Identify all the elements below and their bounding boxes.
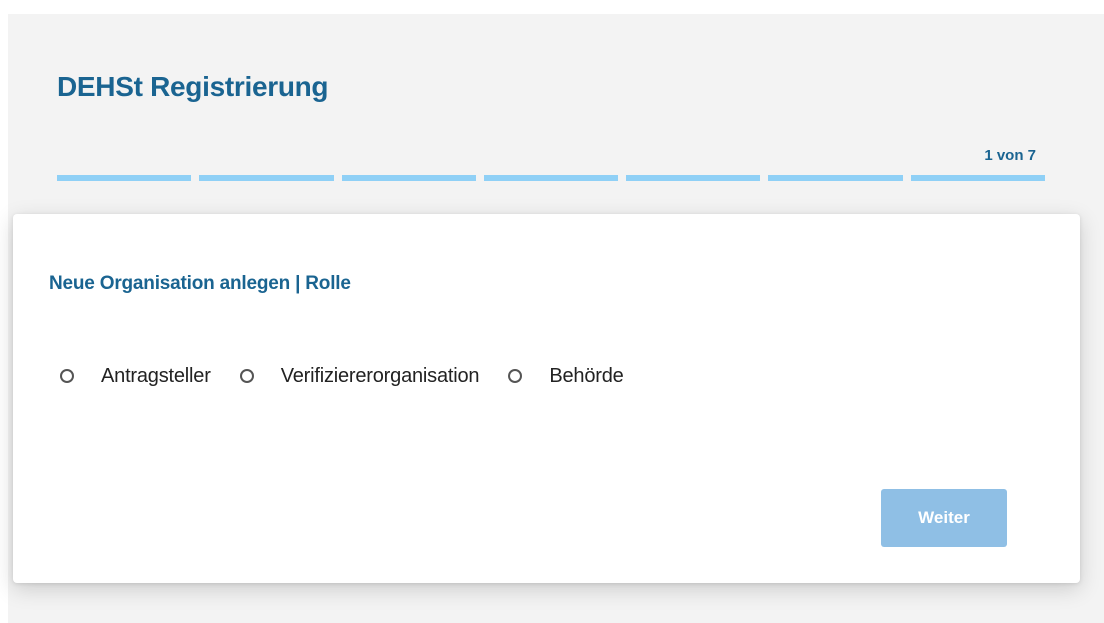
progress-segment-6	[768, 175, 903, 181]
progress-segment-3	[341, 175, 476, 181]
next-button[interactable]: Weiter	[881, 489, 1007, 547]
radio-label-antragsteller[interactable]: Antragsteller	[101, 365, 211, 388]
radio-button-antragsteller[interactable]	[60, 369, 74, 383]
radio-label-verifiziererorganisation[interactable]: Verifiziererorganisation	[281, 365, 480, 388]
section-title: Neue Organisation anlegen | Rolle	[49, 273, 351, 294]
radio-button-verifiziererorganisation[interactable]	[239, 369, 254, 383]
progress-segment-2	[199, 175, 334, 181]
form-card: Neue Organisation anlegen | Rolle Antrag…	[13, 214, 1080, 583]
radio-option-behoerde[interactable]: Behörde	[508, 365, 624, 388]
page-title: DEHSt Registrierung	[57, 71, 329, 102]
progress-segment-5	[626, 175, 761, 181]
progress-segment-7	[910, 175, 1045, 181]
progress-bar	[57, 175, 1045, 181]
radio-label-behoerde[interactable]: Behörde	[549, 365, 623, 388]
role-radio-group: Antragsteller Verifiziererorganisation B…	[60, 361, 653, 391]
radio-option-verifiziererorganisation[interactable]: Verifiziererorganisation	[239, 365, 480, 388]
step-counter: 1 von 7	[984, 147, 1036, 164]
radio-option-antragsteller[interactable]: Antragsteller	[60, 365, 211, 388]
progress-segment-4	[483, 175, 619, 181]
progress-segment-1	[57, 175, 192, 181]
radio-button-behoerde[interactable]	[508, 369, 523, 383]
